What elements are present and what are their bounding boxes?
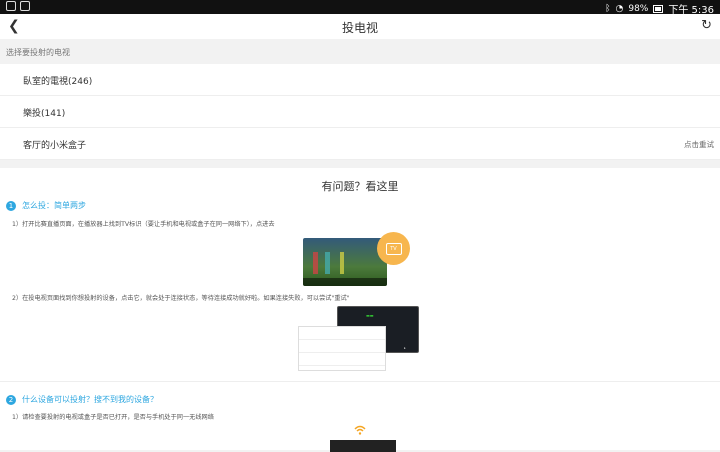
step-number-badge: 2	[6, 394, 16, 405]
step2-paragraph1: 1）请检查要投射的电视或盒子是否已打开，是否与手机处于同一无线网络	[12, 414, 214, 421]
device-list: 臥室的電視(246) 樂投(141) 客厅的小米盒子 点击重试	[0, 64, 720, 160]
battery-icon	[653, 4, 664, 13]
list-row-graphic	[299, 340, 385, 353]
step1-paragraph1: 1）打开比赛直播页面，在播放器上找到TV标识（要让手机和电视或盒子在同一网络下）…	[12, 221, 275, 228]
refresh-icon[interactable]: ↻	[701, 18, 712, 33]
device-item[interactable]: 樂投(141)	[0, 96, 720, 128]
device-item[interactable]: 臥室的電視(246)	[0, 64, 720, 96]
device-list-image	[298, 326, 386, 371]
connected-text-graphic: ▬▬	[366, 313, 374, 318]
device-item[interactable]: 客厅的小米盒子 点击重试	[0, 128, 720, 160]
device-name: 客厅的小米盒子	[23, 141, 87, 151]
players-graphic	[313, 252, 373, 274]
divider	[0, 381, 720, 382]
page-title: 投电视	[341, 21, 378, 35]
retry-button[interactable]: 点击重试	[684, 139, 714, 150]
device-name: 臥室的電視(246)	[23, 77, 93, 87]
step-number-badge: 1	[6, 200, 16, 211]
notification-icon	[6, 1, 16, 11]
title-bar: ❮ 投电视 ↻	[0, 14, 720, 39]
section-label-text: 选择要投射的电视	[6, 48, 70, 57]
notification-icon	[20, 1, 30, 11]
wifi-icon	[354, 425, 366, 435]
device-name: 樂投(141)	[23, 109, 66, 119]
tv-illustration	[330, 440, 396, 452]
section-label: 选择要投射的电视	[0, 39, 720, 64]
status-bar: ᛒ ◔ 98% 下午 5:36	[0, 0, 720, 16]
list-row-graphic	[299, 353, 385, 366]
help-title: 有问题？看这里	[321, 180, 399, 193]
battery-level: 98%	[628, 3, 649, 14]
step1-heading: 1 怎么投：简单两步	[6, 200, 86, 211]
step2-heading-text: 什么设备可以投射？搜不到我的设备？	[22, 395, 158, 404]
player-controls-bar	[303, 278, 387, 286]
step1-heading-text: 怎么投：简单两步	[22, 201, 86, 210]
match-screenshot-image	[303, 238, 387, 286]
bluetooth-icon: ᛒ	[605, 3, 611, 14]
tv-cast-icon: TV	[377, 232, 410, 265]
step1-paragraph2: 2）在投电视页面找到你想投射的设备，点击它，就会处于连接状态，等待连接成功就好啦…	[12, 295, 350, 302]
step2-heading: 2 什么设备可以投射？搜不到我的设备？	[6, 394, 158, 405]
wifi-icon: ◔	[615, 3, 624, 14]
help-section: 有问题？看这里 1 怎么投：简单两步 1）打开比赛直播页面，在播放器上找到TV标…	[0, 168, 720, 452]
tv-badge: TV	[385, 242, 402, 255]
list-row-graphic	[299, 327, 385, 340]
